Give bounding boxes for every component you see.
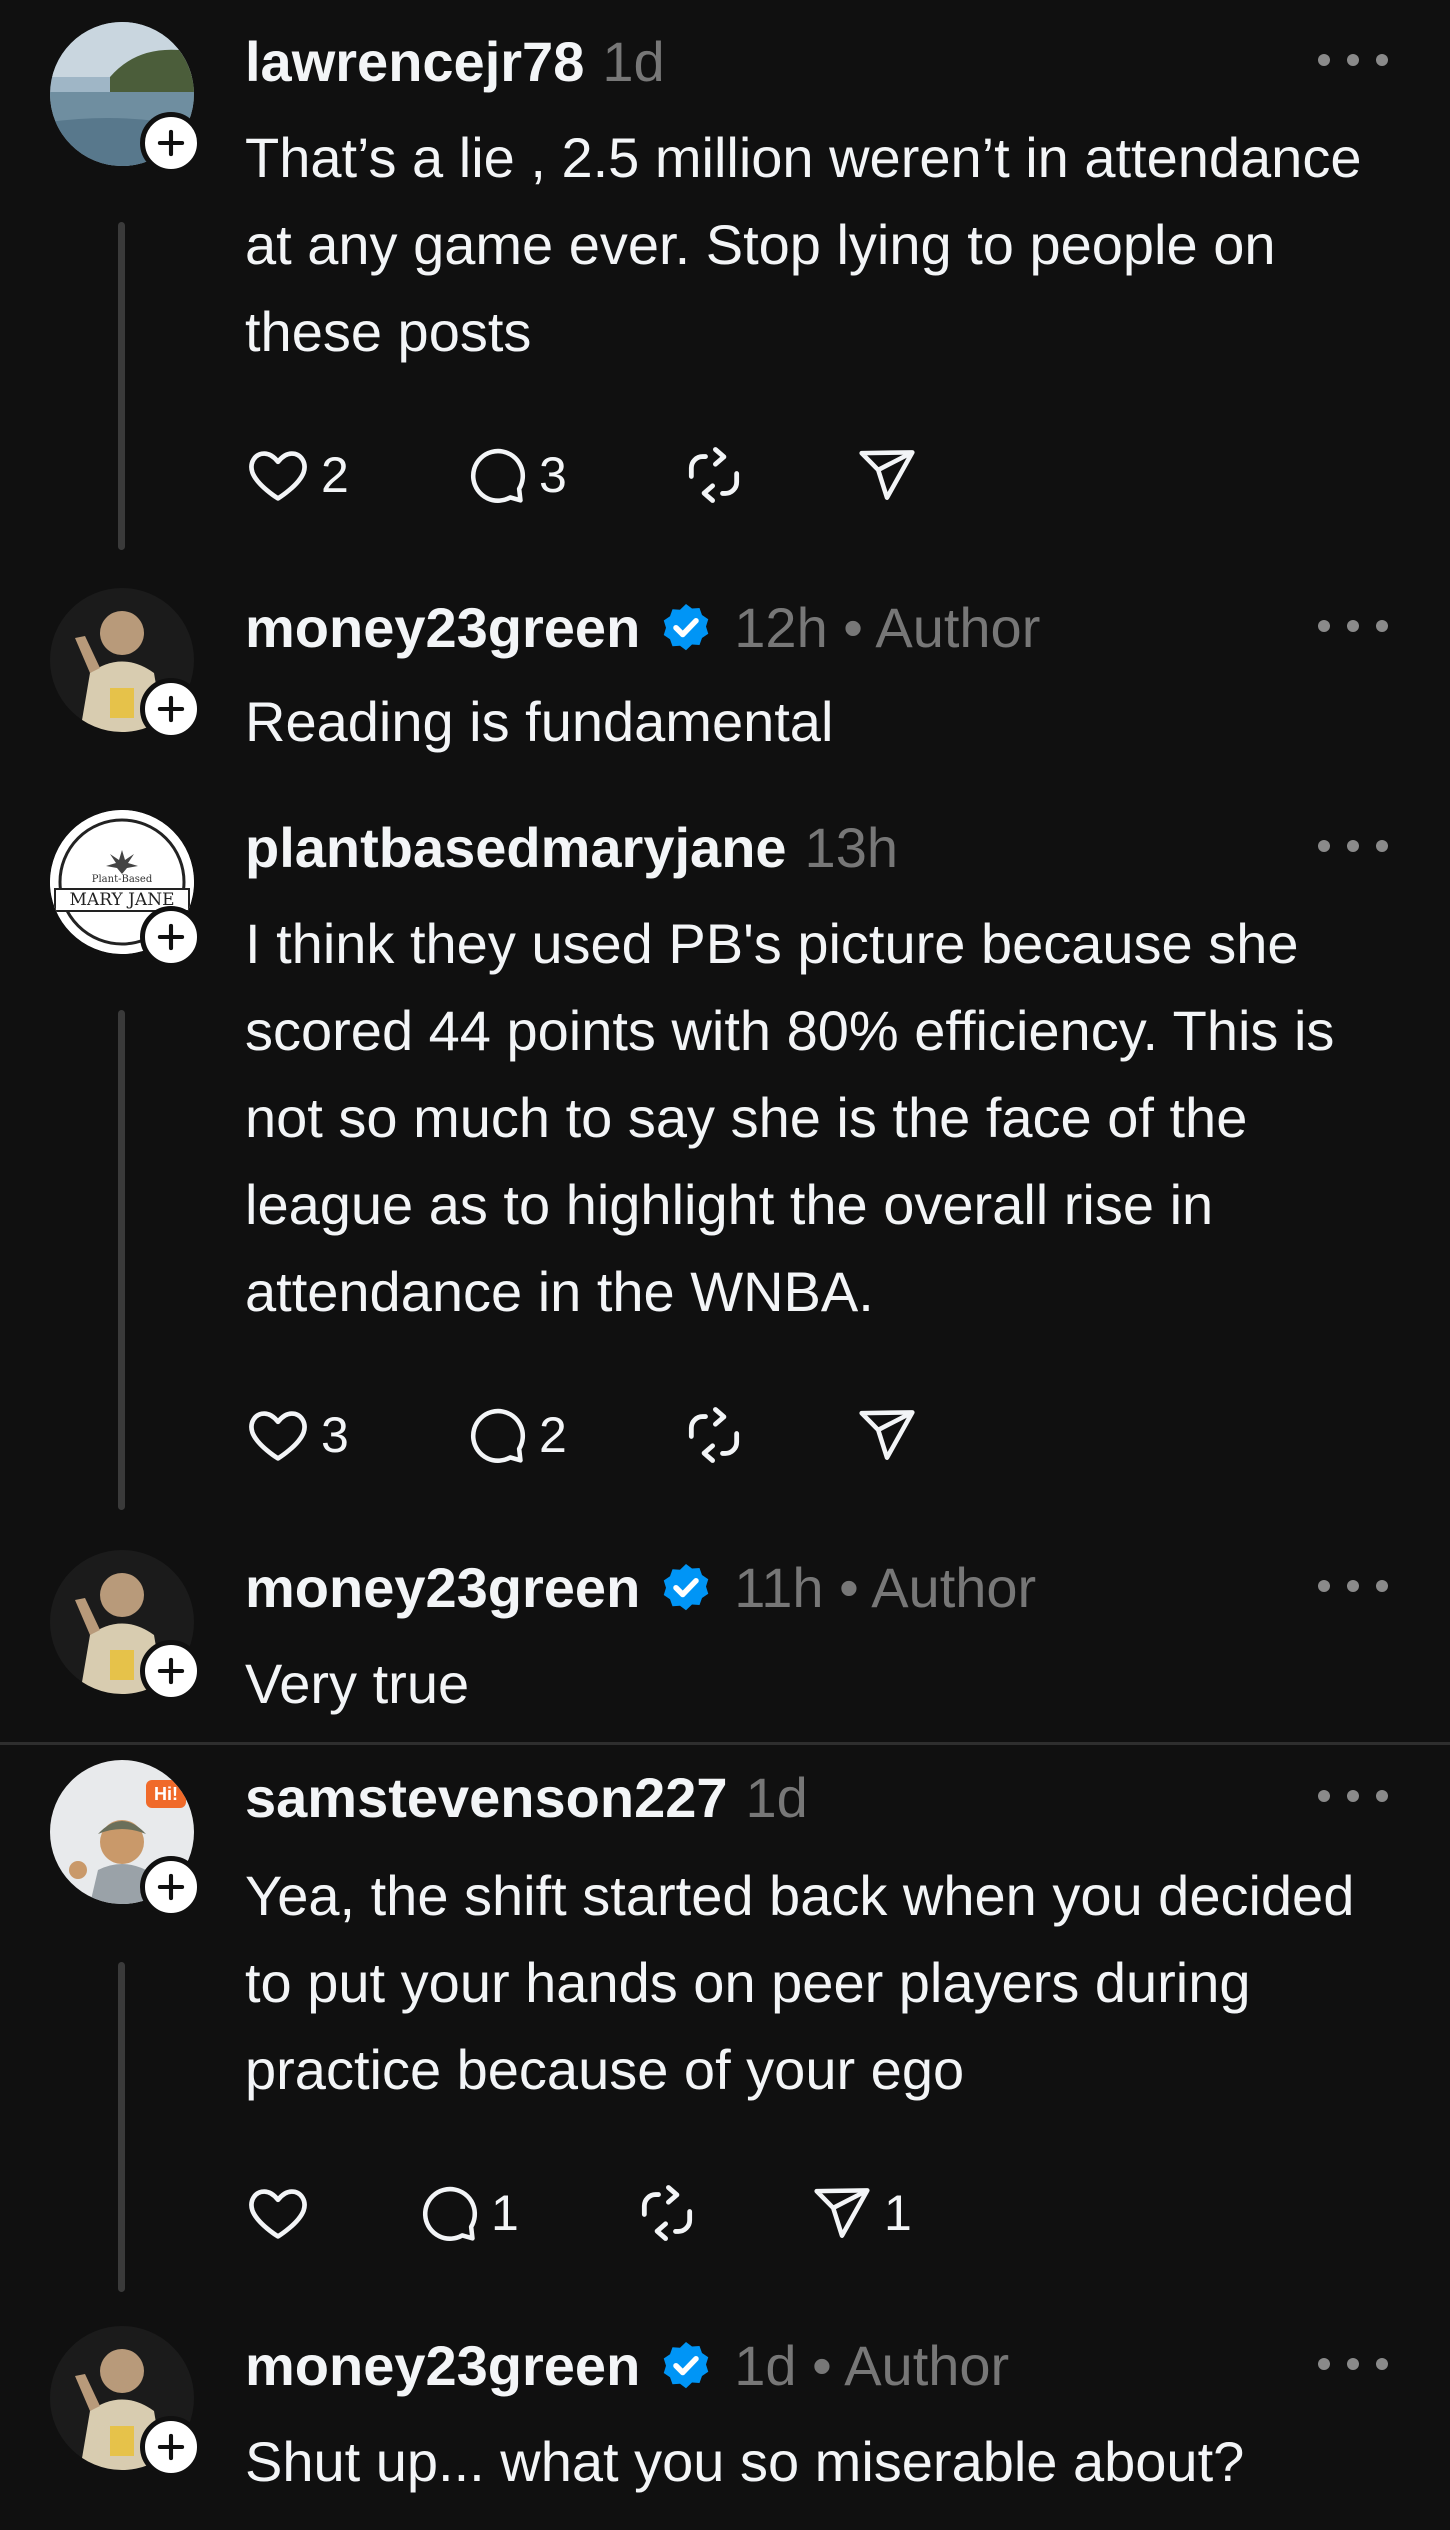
repost-icon — [680, 1401, 748, 1469]
plus-icon — [152, 124, 190, 162]
verified-icon — [656, 597, 716, 657]
avatar-subtext: Plant-Based — [91, 874, 153, 885]
username[interactable]: money23green 1d • Author — [245, 2330, 1009, 2400]
post-text: Very true — [245, 1652, 470, 1715]
comment-icon — [465, 1403, 529, 1467]
more-icon[interactable] — [1318, 1576, 1388, 1596]
post-meta: 12h • Author — [734, 595, 1041, 659]
repost-button[interactable] — [633, 2178, 701, 2248]
reply-button[interactable]: 3 — [465, 440, 567, 510]
plus-icon — [152, 2428, 190, 2466]
post-text: That’s a lie , 2.5 million weren’t in at… — [245, 126, 1362, 363]
username-text[interactable]: money23green — [245, 1555, 640, 1620]
thread-line — [118, 1010, 125, 1510]
reply-count: 1 — [491, 2185, 519, 2241]
thread-divider — [0, 1742, 1450, 1745]
reply-count: 3 — [539, 447, 567, 503]
plus-icon — [152, 1652, 190, 1690]
repost-icon — [633, 2179, 701, 2247]
more-icon[interactable] — [1318, 616, 1388, 636]
share-count: 1 — [884, 2185, 912, 2241]
follow-button[interactable] — [140, 906, 202, 968]
plus-icon — [152, 1868, 190, 1906]
post-time: 1d — [602, 29, 665, 93]
verified-icon — [656, 2335, 716, 2395]
more-icon[interactable] — [1318, 836, 1388, 856]
follow-button[interactable] — [140, 678, 202, 740]
share-button[interactable] — [855, 1400, 929, 1470]
heart-icon — [245, 2180, 311, 2246]
share-button[interactable] — [855, 440, 929, 510]
follow-button[interactable] — [140, 1640, 202, 1702]
comment-icon — [417, 2181, 481, 2245]
username-text[interactable]: money23green — [245, 2333, 640, 2398]
username[interactable]: lawrencejr78 1d — [245, 26, 665, 96]
repost-icon — [680, 441, 748, 509]
follow-button[interactable] — [140, 2416, 202, 2478]
comment-icon — [465, 443, 529, 507]
reply-button[interactable]: 2 — [465, 1400, 567, 1470]
post-time: 1d — [745, 1765, 808, 1829]
thread-line — [118, 222, 125, 550]
more-icon[interactable] — [1318, 2354, 1388, 2374]
post-text: I think they used PB's picture because s… — [245, 912, 1335, 1323]
heart-icon — [245, 1402, 311, 1468]
like-button[interactable]: 2 — [245, 440, 349, 510]
verified-icon — [656, 1557, 716, 1617]
more-icon[interactable] — [1318, 1786, 1388, 1806]
follow-button[interactable] — [140, 112, 202, 174]
thread-line — [118, 1962, 125, 2292]
username[interactable]: plantbasedmaryjane 13h — [245, 812, 898, 882]
username[interactable]: money23green 12h • Author — [245, 592, 1040, 662]
post-meta: 11h • Author — [734, 1555, 1037, 1619]
share-icon — [810, 2181, 874, 2245]
reply-button[interactable]: 1 — [417, 2178, 519, 2248]
share-icon — [855, 443, 919, 507]
post-text: Reading is fundamental — [245, 690, 834, 753]
follow-button[interactable] — [140, 1856, 202, 1918]
username-text[interactable]: samstevenson227 — [245, 1765, 728, 1830]
repost-button[interactable] — [680, 1400, 748, 1470]
plus-icon — [152, 690, 190, 728]
post-time: 13h — [804, 815, 898, 879]
share-icon — [855, 1403, 919, 1467]
reply-count: 2 — [539, 1407, 567, 1463]
username-text[interactable]: lawrencejr78 — [245, 29, 584, 94]
share-button[interactable]: 1 — [810, 2178, 912, 2248]
post-text: Shut up... what you so miserable about? — [245, 2430, 1245, 2493]
plus-icon — [152, 918, 190, 956]
like-button[interactable]: 3 — [245, 1400, 349, 1470]
post-meta: 1d • Author — [734, 2333, 1010, 2397]
like-count: 2 — [321, 447, 349, 503]
heart-icon — [245, 442, 311, 508]
repost-button[interactable] — [680, 440, 748, 510]
username-text[interactable]: plantbasedmaryjane — [245, 815, 787, 880]
username[interactable]: money23green 11h • Author — [245, 1552, 1036, 1622]
like-count: 3 — [321, 1407, 349, 1463]
post-text: Yea, the shift started back when you dec… — [245, 1864, 1355, 2101]
username[interactable]: samstevenson227 1d — [245, 1762, 808, 1832]
more-icon[interactable] — [1318, 50, 1388, 70]
like-button[interactable] — [245, 2178, 321, 2248]
avatar-badge: Hi! — [146, 1780, 186, 1808]
username-text[interactable]: money23green — [245, 595, 640, 660]
